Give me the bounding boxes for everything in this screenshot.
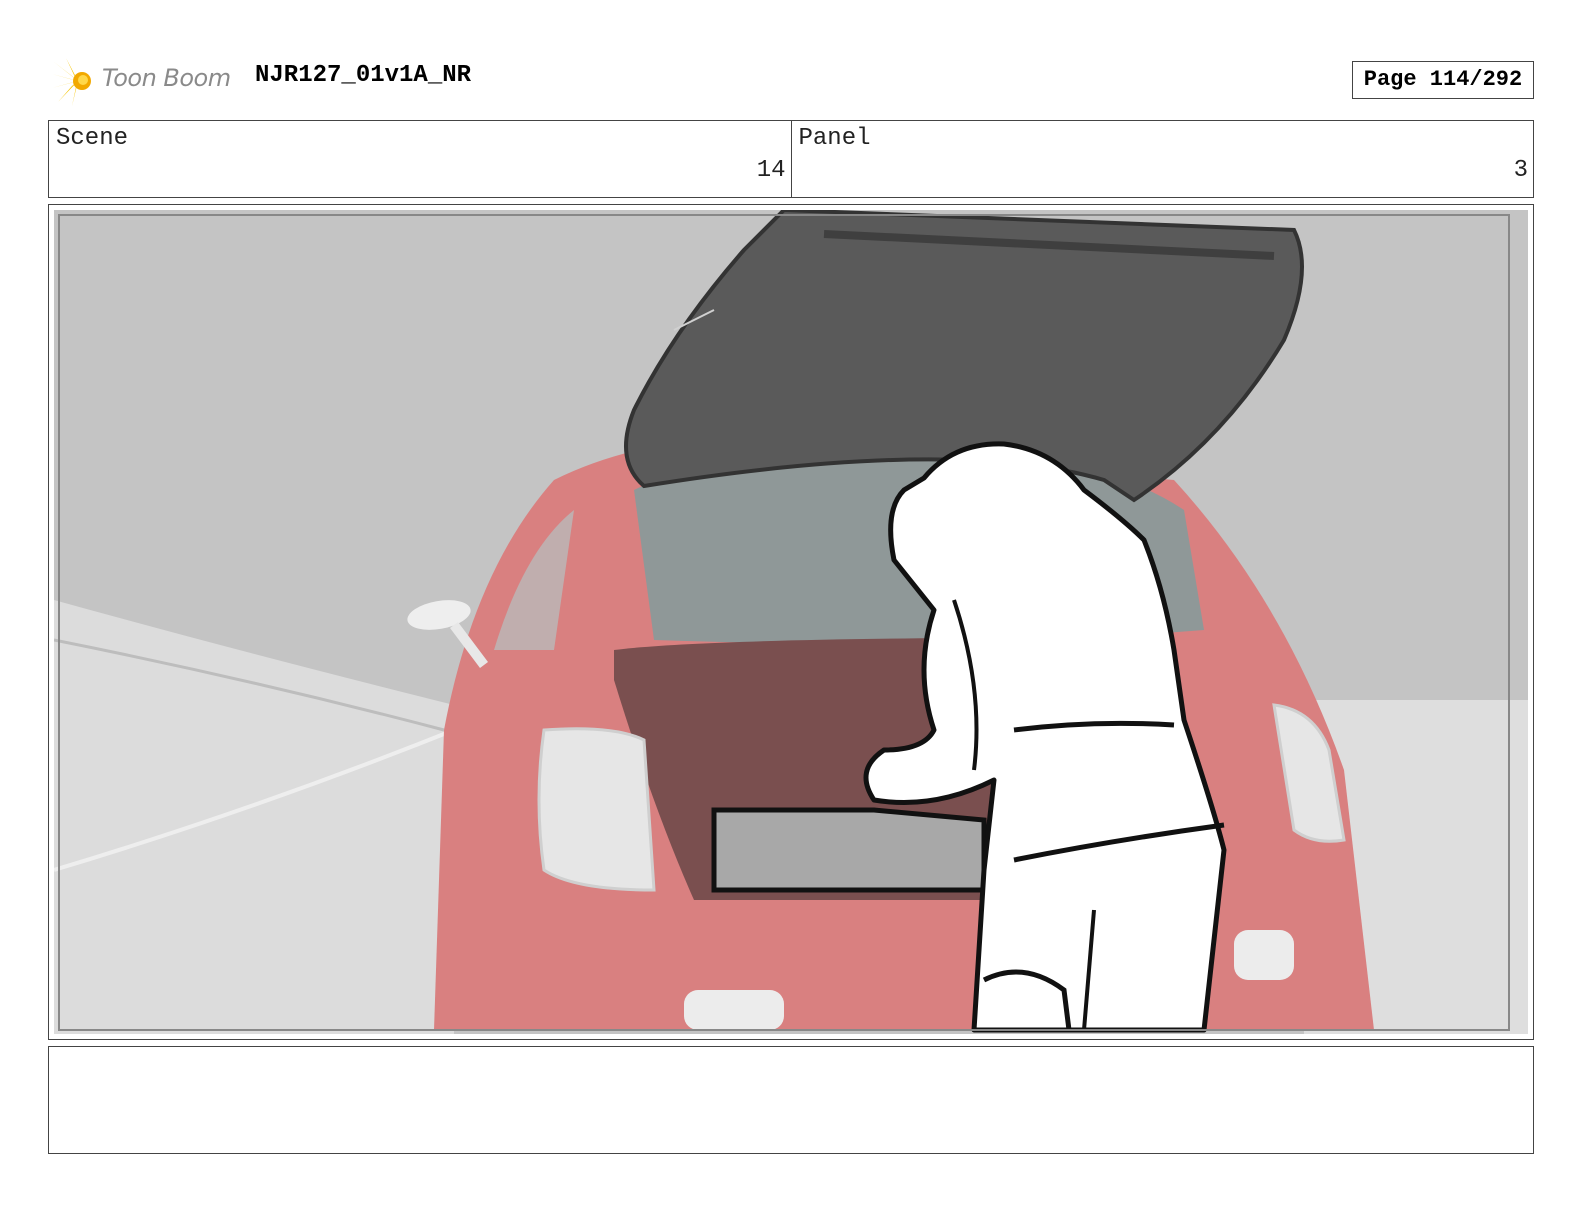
scene-number: 14 — [756, 157, 786, 184]
tail-light-left — [537, 727, 656, 892]
toon-boom-logo: Toon Boom — [52, 56, 242, 106]
page-number: Page 114/292 — [1352, 61, 1534, 99]
panel-cell: Panel 3 — [790, 121, 1534, 197]
scene-label: Scene — [56, 125, 129, 152]
logo-text: Toon Boom — [102, 64, 231, 92]
panel-number: 3 — [1513, 157, 1528, 184]
panel-label: Panel — [798, 125, 871, 152]
storyboard-frame — [48, 204, 1534, 1040]
scene-cell: Scene 14 — [49, 121, 791, 197]
cargo-box — [711, 807, 987, 893]
project-title: NJR127_01v1A_NR — [255, 62, 472, 89]
storyboard-drawing — [54, 210, 1528, 1034]
notes-box — [48, 1046, 1534, 1154]
starburst-icon — [52, 58, 91, 106]
scene-panel-row: Scene 14 Panel 3 — [48, 120, 1534, 198]
